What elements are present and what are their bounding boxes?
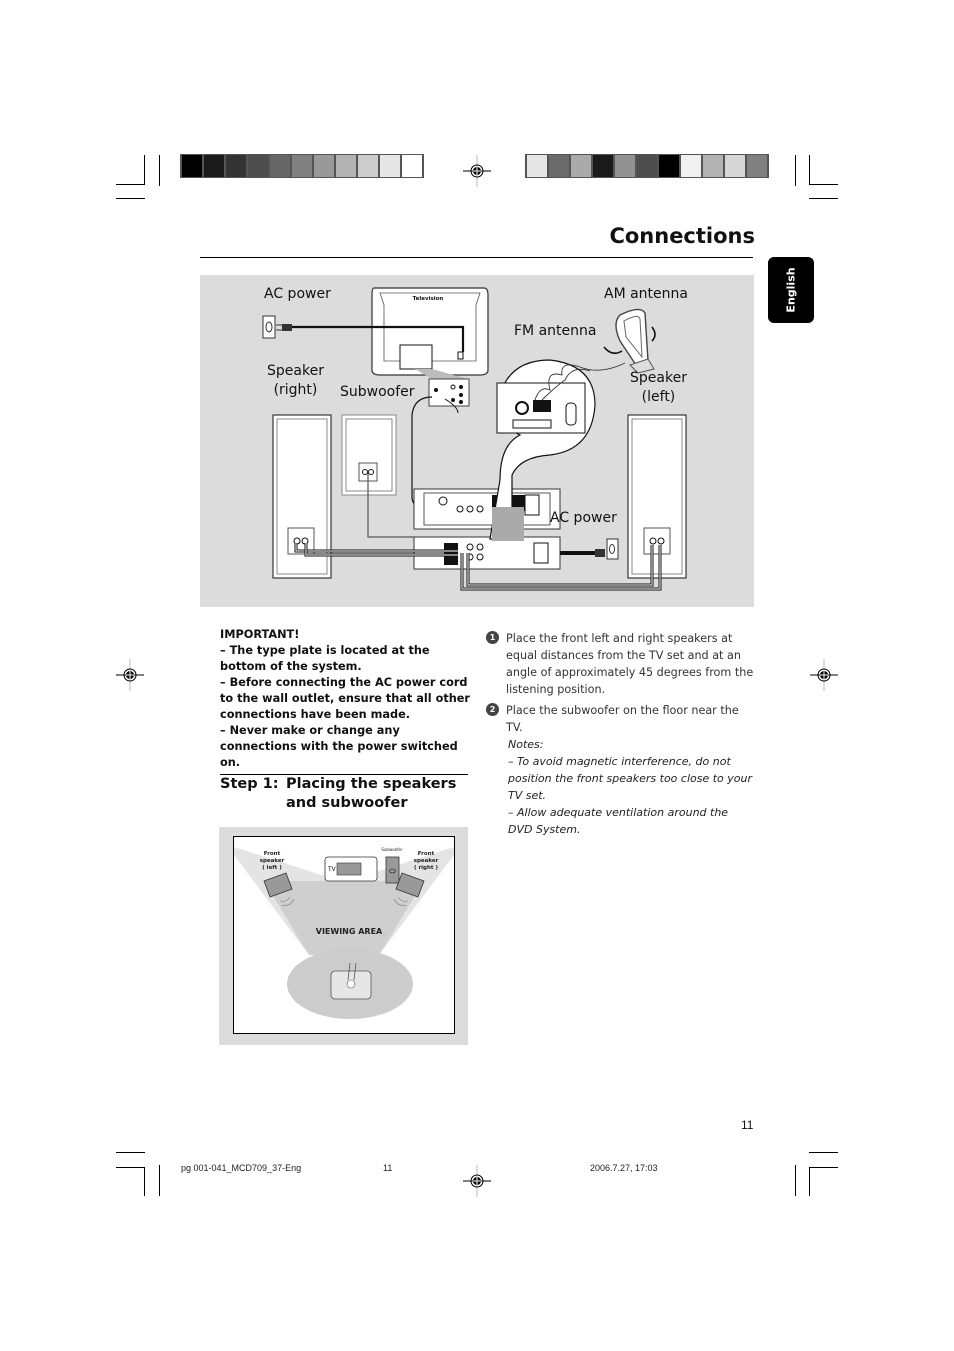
notes-heading: Notes:	[508, 738, 544, 751]
page-number: 11	[741, 1118, 754, 1132]
speaker-left-icon	[627, 414, 687, 579]
footer-file: pg 001-041_MCD709_37-Eng	[181, 1163, 302, 1173]
registration-mark-icon	[810, 659, 838, 691]
color-swatch	[703, 155, 723, 177]
am-antenna-icon	[603, 308, 656, 374]
important-item: – Never make or change any connections w…	[220, 724, 458, 769]
step-title: Placing the speakers and subwoofer	[286, 776, 457, 811]
subwoofer-small-icon	[385, 856, 400, 884]
dvd-receiver-icon	[413, 488, 561, 530]
color-swatch	[380, 155, 400, 177]
subwoofer-label: Subwoofer	[381, 847, 403, 852]
television-icon: Television	[371, 287, 489, 376]
label-speaker-left: Speaker (left)	[630, 370, 687, 405]
color-swatch	[270, 155, 290, 177]
step-bullet-icon: 1	[486, 631, 499, 644]
connection-diagram: Television AC power AM antenna FM antenn…	[200, 275, 754, 607]
color-swatch	[292, 155, 312, 177]
color-swatch	[527, 155, 547, 177]
title-divider	[200, 257, 753, 258]
important-item: – Before connecting the AC power cord to…	[220, 676, 471, 721]
notes: Notes: – To avoid magnetic interference,…	[508, 736, 756, 838]
crop-mark	[159, 155, 160, 186]
color-swatch	[659, 155, 679, 177]
crop-mark	[809, 1152, 838, 1153]
crop-mark	[116, 184, 145, 185]
crop-mark	[144, 155, 145, 184]
footer-page: 11	[383, 1163, 393, 1173]
front-speaker-right-label: Front speaker ( right )	[413, 851, 439, 871]
crop-mark	[809, 155, 810, 184]
registration-mark-icon	[463, 1165, 491, 1197]
crop-mark	[159, 1165, 160, 1196]
color-swatch	[358, 155, 378, 177]
front-speaker-left-label: Front speaker ( left )	[259, 851, 285, 871]
color-swatch	[182, 155, 202, 177]
color-swatch	[615, 155, 635, 177]
label-am-antenna: AM antenna	[604, 286, 688, 302]
color-swatch	[402, 155, 422, 177]
viewing-area-label: VIEWING AREA	[315, 927, 383, 936]
color-swatch	[204, 155, 224, 177]
crop-mark	[795, 1165, 796, 1196]
important-notice: IMPORTANT! – The type plate is located a…	[220, 627, 470, 771]
label-fm-antenna: FM antenna	[514, 323, 597, 339]
color-swatch	[725, 155, 745, 177]
registration-mark-icon	[116, 659, 144, 691]
step-number: Step 1:	[220, 776, 279, 792]
color-swatch	[571, 155, 591, 177]
connection-illustration: Television	[262, 287, 687, 591]
crop-mark	[809, 198, 838, 199]
subwoofer-icon	[341, 414, 397, 496]
language-tab-label: English	[784, 267, 798, 313]
page-title: Connections	[609, 224, 755, 248]
crop-mark	[809, 184, 838, 185]
color-swatch	[226, 155, 246, 177]
placement-diagram-frame: TV Front speaker ( left ) Front speaker …	[233, 836, 455, 1034]
crop-mark	[116, 1167, 145, 1168]
crop-mark	[809, 1167, 838, 1168]
tv-brand-label: Television	[413, 296, 444, 302]
label-ac-power-top: AC power	[264, 286, 331, 302]
label-speaker-right: Speaker (right)	[267, 363, 324, 398]
color-swatch	[681, 155, 701, 177]
color-swatch	[549, 155, 569, 177]
label-subwoofer: Subwoofer	[340, 384, 415, 400]
tv-label: TV	[327, 866, 337, 873]
instruction-text: Place the front left and right speakers …	[506, 632, 754, 696]
instruction-list: 1 Place the front left and right speaker…	[486, 630, 756, 740]
placement-diagram: TV Front speaker ( left ) Front speaker …	[219, 827, 468, 1045]
label-ac-power-bottom: AC power	[550, 510, 617, 526]
color-swatch	[747, 155, 767, 177]
note-item: – Allow adequate ventilation around the …	[508, 806, 729, 836]
crop-mark	[144, 1167, 145, 1196]
instruction-text: Place the subwoofer on the floor near th…	[506, 704, 739, 734]
footer-datetime: 2006.7.27, 17:03	[590, 1163, 658, 1173]
crop-mark	[795, 155, 796, 186]
color-swatch	[336, 155, 356, 177]
color-calibration-bar-right	[525, 154, 769, 178]
important-item: – The type plate is located at the botto…	[220, 644, 430, 673]
registration-mark-icon	[463, 155, 491, 187]
color-swatch	[637, 155, 657, 177]
crop-mark	[116, 1152, 145, 1153]
note-item: – To avoid magnetic interference, do not…	[508, 755, 753, 802]
step-bullet-icon: 2	[486, 703, 499, 716]
important-heading: IMPORTANT!	[220, 628, 300, 641]
color-swatch	[314, 155, 334, 177]
tv-icon: TV	[324, 856, 378, 882]
color-calibration-bar-left	[180, 154, 424, 178]
instruction-item: 2 Place the subwoofer on the floor near …	[486, 702, 756, 736]
wall-outlet-icon	[262, 315, 292, 339]
dvd-main-unit-icon	[413, 536, 561, 570]
crop-mark	[809, 1167, 810, 1196]
instruction-item: 1 Place the front left and right speaker…	[486, 630, 756, 698]
language-tab: English	[768, 257, 814, 323]
color-swatch	[593, 155, 613, 177]
crop-mark	[116, 198, 145, 199]
color-swatch	[248, 155, 268, 177]
